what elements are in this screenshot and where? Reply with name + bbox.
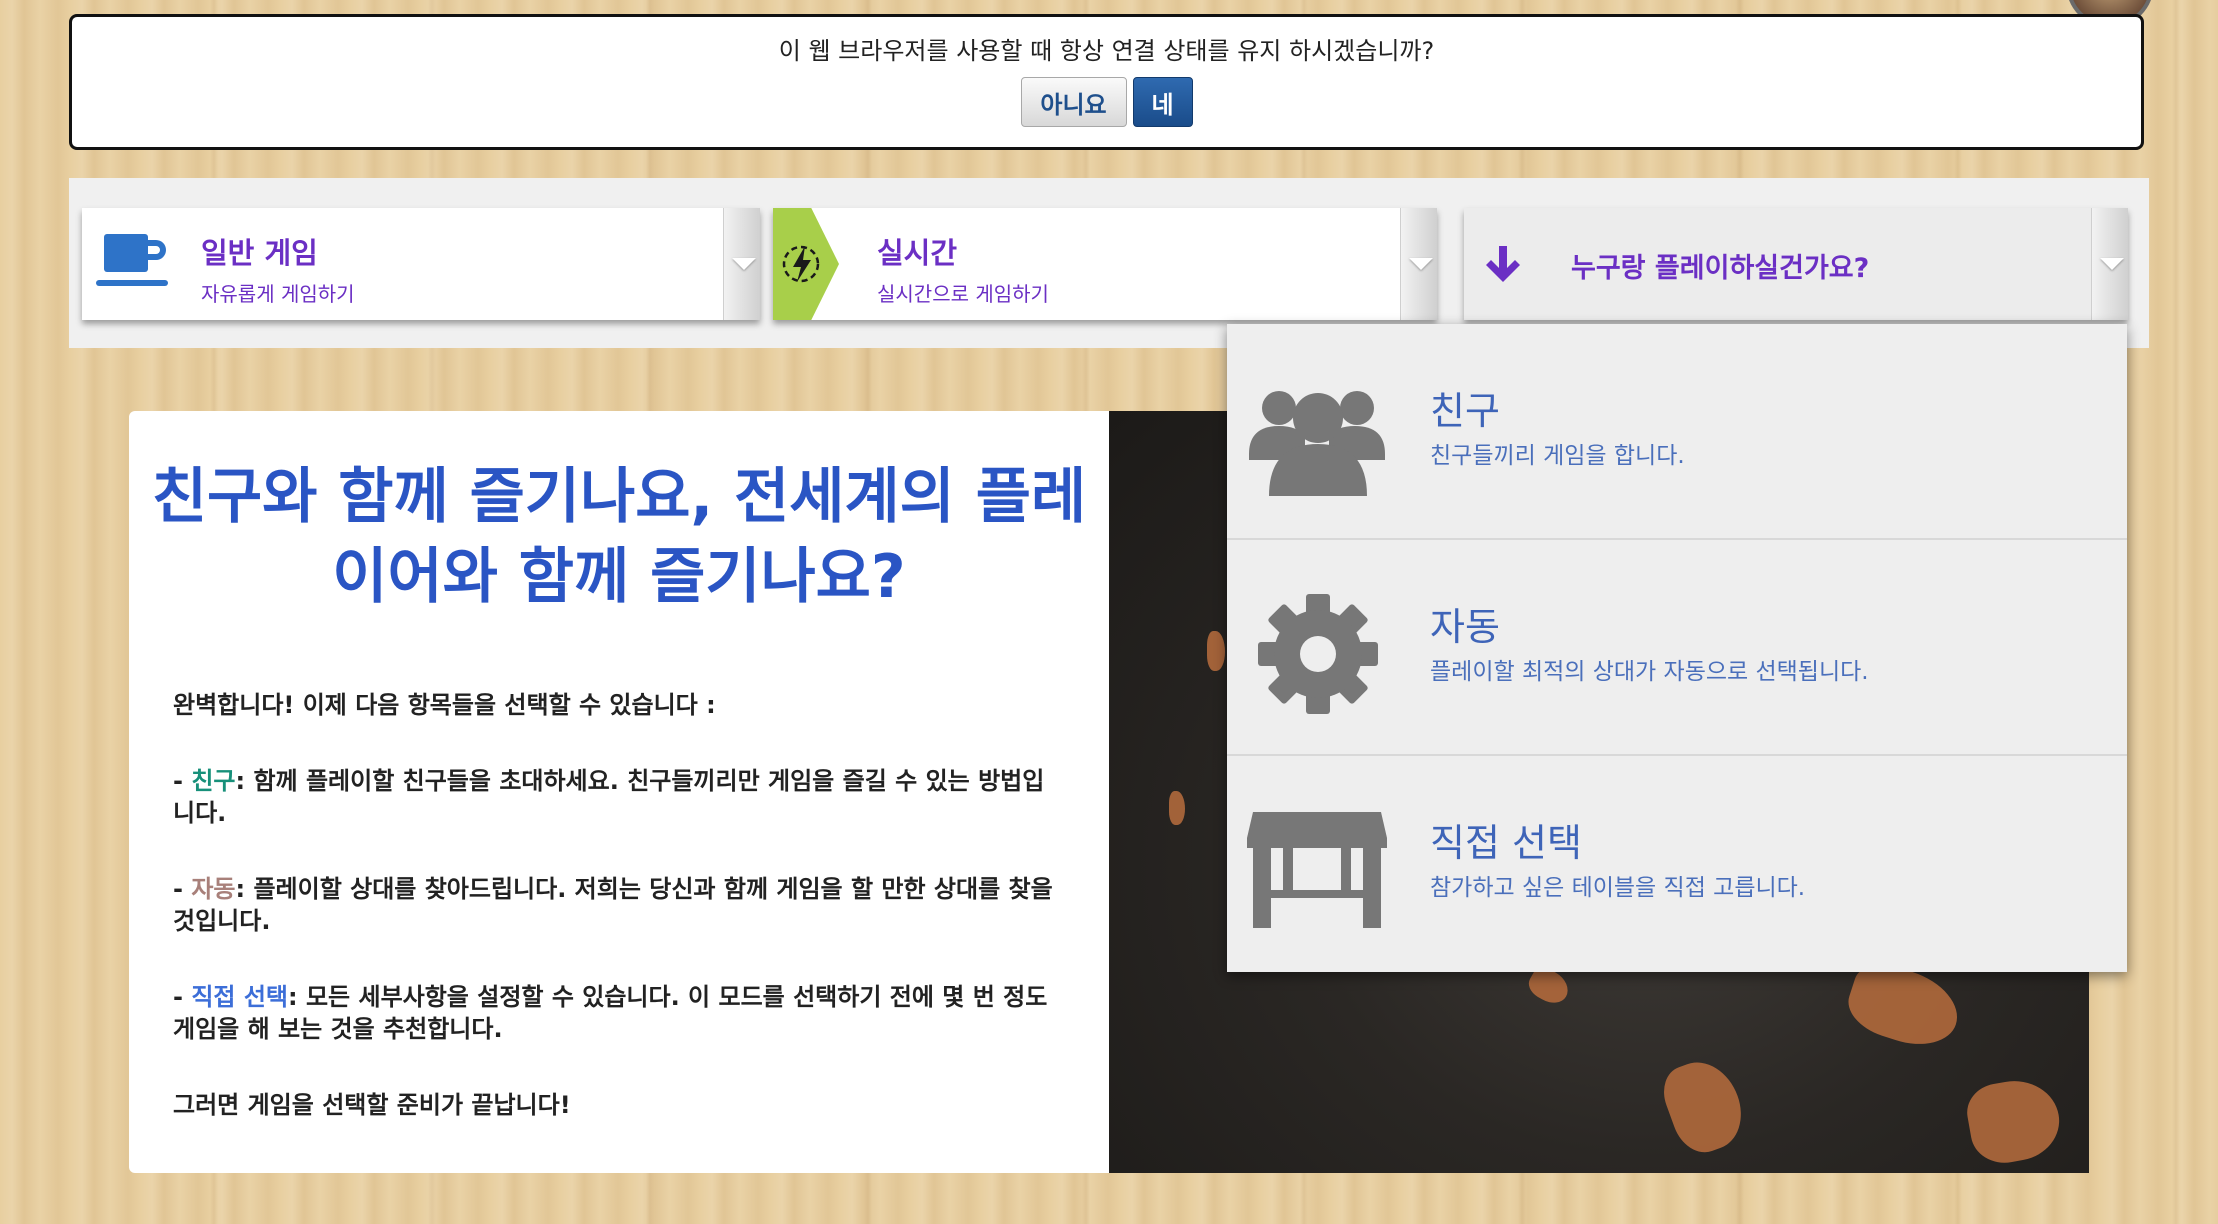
menu-desc-manual: 참가하고 싶은 테이블을 직접 고릅니다. — [1430, 875, 1806, 901]
mode-title-realtime: 실시간 — [877, 236, 958, 270]
keyword-manual: 직접 선택 — [191, 983, 289, 1011]
manual-description: : 모든 세부사항을 설정할 수 있습니다. 이 모드를 선택하기 전에 몇 번… — [173, 983, 1048, 1043]
auto-description: : 플레이할 상대를 찾아드립니다. 저희는 당신과 함께 게임을 할 만한 상… — [173, 875, 1053, 935]
opponent-dropdown-menu: 친구 친구들끼리 게임을 합니다. 자동 플레이할 최적의 상대가 자동으로 선… — [1227, 324, 2127, 972]
menu-item-manual[interactable]: 직접 선택 참가하고 싶은 테이블을 직접 고릅니다. — [1227, 756, 2127, 972]
leaf-decoration — [1655, 1051, 1753, 1161]
mode-title-normal: 일반 게임 — [201, 236, 318, 270]
menu-title-manual: 직접 선택 — [1430, 821, 1582, 865]
mode-card-realtime[interactable]: 실시간 실시간으로 게임하기 — [773, 208, 1437, 320]
chevron-down-icon — [732, 258, 756, 270]
lightning-tab — [773, 208, 839, 320]
friend-description: : 함께 플레이할 친구들을 초대하세요. 친구들끼리만 게임을 즐길 수 있는… — [173, 767, 1045, 827]
leaf-decoration — [1207, 631, 1225, 671]
info-manual: - 직접 선택: 모든 세부사항을 설정할 수 있습니다. 이 모드를 선택하기… — [173, 981, 1053, 1045]
info-panel: 친구와 함께 즐기나요, 전세계의 플레이어와 함께 즐기나요? 완벽합니다! … — [129, 411, 1109, 1173]
bullet-prefix: - — [173, 983, 192, 1011]
lightning-icon — [779, 240, 827, 288]
menu-item-friends[interactable]: 친구 친구들끼리 게임을 합니다. — [1227, 324, 2127, 540]
mode-card-normal[interactable]: 일반 게임 자유롭게 게임하기 — [82, 208, 760, 320]
mode-dropdown-normal[interactable] — [723, 208, 760, 320]
mode-subtitle-realtime: 실시간으로 게임하기 — [877, 282, 1049, 306]
gear-icon — [1239, 588, 1395, 718]
menu-desc-auto: 플레이할 최적의 상대가 자동으로 선택됩니다. — [1430, 659, 1869, 685]
info-title: 친구와 함께 즐기나요, 전세계의 플레이어와 함께 즐기나요? — [151, 462, 1087, 612]
keyword-auto: 자동 — [191, 875, 236, 903]
chevron-down-icon — [2100, 258, 2124, 270]
menu-title-friends: 친구 — [1430, 389, 1500, 433]
menu-desc-friends: 친구들끼리 게임을 합니다. — [1430, 443, 1685, 469]
mode-subtitle-normal: 자유롭게 게임하기 — [201, 282, 355, 306]
bullet-prefix: - — [173, 767, 192, 795]
info-intro: 완벽합니다! 이제 다음 항목들을 선택할 수 있습니다 : — [173, 691, 716, 719]
menu-item-auto[interactable]: 자동 플레이할 최적의 상대가 자동으로 선택됩니다. — [1227, 540, 2127, 756]
group-icon — [1239, 372, 1395, 502]
mode-card-opponent[interactable]: 누구랑 플레이하실건가요? — [1464, 208, 2128, 320]
coffee-cup-icon — [96, 230, 172, 292]
bullet-prefix: - — [173, 875, 192, 903]
info-outro: 그러면 게임을 선택할 준비가 끝납니다! — [173, 1091, 571, 1119]
leaf-decoration — [1962, 1073, 2066, 1169]
leaf-decoration — [1169, 791, 1185, 825]
table-icon — [1239, 804, 1395, 934]
keyword-friend: 친구 — [191, 767, 236, 795]
yes-button[interactable]: 네 — [1132, 77, 1193, 127]
banner-buttons: 아니요 네 — [72, 77, 2141, 127]
menu-title-auto: 자동 — [1430, 605, 1500, 649]
chevron-down-icon — [1409, 258, 1433, 270]
no-button[interactable]: 아니요 — [1020, 77, 1127, 127]
banner-question: 이 웹 브라우저를 사용할 때 항상 연결 상태를 유지 하시겠습니까? — [778, 37, 1435, 65]
mode-title-opponent: 누구랑 플레이하실건가요? — [1571, 253, 1870, 284]
arrow-down-icon — [1484, 244, 1522, 282]
info-auto: - 자동: 플레이할 상대를 찾아드립니다. 저희는 당신과 함께 게임을 할 … — [173, 873, 1053, 937]
mode-dropdown-realtime[interactable] — [1400, 208, 1437, 320]
info-friend: - 친구: 함께 플레이할 친구들을 초대하세요. 친구들끼리만 게임을 즐길 … — [173, 765, 1053, 829]
info-body: 완벽합니다! 이제 다음 항목들을 선택할 수 있습니다 : - 친구: 함께 … — [173, 689, 1053, 1165]
mode-dropdown-opponent[interactable] — [2091, 208, 2128, 320]
stay-connected-banner: 이 웹 브라우저를 사용할 때 항상 연결 상태를 유지 하시겠습니까? 아니요… — [69, 14, 2144, 150]
mode-selection-bar: 일반 게임 자유롭게 게임하기 실시간 실시간으로 게임하기 누구랑 플레이하실… — [69, 178, 2149, 348]
